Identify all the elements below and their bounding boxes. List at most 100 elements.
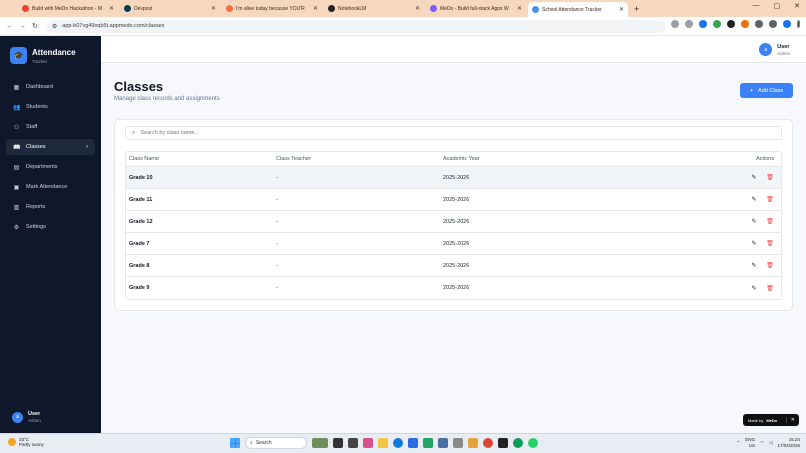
site-info-icon[interactable]: ⚙ bbox=[52, 23, 57, 30]
app-icon[interactable] bbox=[408, 438, 418, 448]
clock[interactable]: 15:24 17/04/2026 bbox=[777, 437, 800, 448]
extension-icon[interactable] bbox=[713, 20, 721, 28]
url-field[interactable]: ⚙ app-b07vg49oqb5t.appmedo.com/classes bbox=[45, 19, 666, 33]
sidebar-item-students[interactable]: 👥 Students bbox=[6, 99, 95, 115]
browser-tab[interactable]: NotebookLM ✕ bbox=[324, 2, 424, 15]
app-subtitle: Tracker bbox=[32, 58, 48, 64]
windows-start-icon[interactable] bbox=[230, 438, 240, 448]
sidebar-item-reports[interactable]: ▥ Reports bbox=[6, 199, 95, 215]
actions-cell: ✎ 🗑 bbox=[733, 174, 781, 181]
class-name-cell: Grade 12 bbox=[129, 218, 153, 225]
sidebar-item-departments[interactable]: ▤ Departments bbox=[6, 159, 95, 175]
edit-icon[interactable]: ✎ bbox=[750, 240, 758, 247]
extension-icon[interactable] bbox=[741, 20, 749, 28]
browser-tab[interactable]: Devpost ✕ bbox=[120, 2, 220, 15]
close-icon[interactable]: ✕ bbox=[785, 417, 795, 423]
search-input[interactable] bbox=[140, 130, 741, 136]
menu-icon[interactable] bbox=[797, 20, 800, 28]
extension-icon[interactable] bbox=[699, 20, 707, 28]
folder-icon[interactable] bbox=[378, 438, 388, 448]
app-icon[interactable] bbox=[468, 438, 478, 448]
wifi-icon[interactable]: ◠ bbox=[760, 440, 764, 446]
edit-icon[interactable]: ✎ bbox=[750, 218, 758, 225]
close-tab-icon[interactable]: ✕ bbox=[517, 5, 522, 12]
page-subtitle: Manage class records and assignments bbox=[114, 96, 220, 102]
close-tab-icon[interactable]: ✕ bbox=[211, 5, 216, 12]
star-icon[interactable] bbox=[685, 20, 693, 28]
minimize-icon[interactable]: — bbox=[753, 2, 760, 10]
key-icon[interactable] bbox=[671, 20, 679, 28]
trash-icon[interactable]: 🗑 bbox=[766, 262, 774, 269]
tab-title: I'm alive today because YOU'R bbox=[236, 5, 305, 12]
class-name-cell: Grade 8 bbox=[129, 262, 150, 269]
class-teacher-cell: - bbox=[276, 218, 278, 225]
app-icon[interactable] bbox=[438, 438, 448, 448]
maximize-icon[interactable]: ▢ bbox=[774, 2, 781, 10]
chrome-icon[interactable] bbox=[513, 438, 523, 448]
sidebar-item-mark-attendance[interactable]: ▣ Mark Attendance bbox=[6, 179, 95, 195]
chevron-up-icon[interactable]: ⌃ bbox=[737, 440, 741, 446]
book-icon: 📖 bbox=[13, 144, 21, 151]
extension-icon[interactable] bbox=[727, 20, 735, 28]
user-check-icon: ⚇ bbox=[13, 124, 20, 131]
sidebar: 🎓 Attendance Tracker ▦ Dashboard 👥 Students… bbox=[0, 36, 101, 433]
taskbar-search[interactable]: ⌕ Search bbox=[245, 437, 307, 449]
sidebar-item-dashboard[interactable]: ▦ Dashboard bbox=[6, 79, 95, 95]
trash-icon[interactable]: 🗑 bbox=[766, 218, 774, 225]
sidebar-item-label: Staff bbox=[26, 124, 38, 130]
app-icon[interactable] bbox=[453, 438, 463, 448]
edit-icon[interactable]: ✎ bbox=[750, 196, 758, 203]
puzzle-icon[interactable] bbox=[755, 20, 763, 28]
academic-year-cell: 2025-2026 bbox=[443, 240, 470, 247]
trash-icon[interactable]: 🗑 bbox=[766, 285, 774, 292]
browser-tab[interactable]: School Attendance Tracker ✕ bbox=[528, 2, 628, 17]
close-tab-icon[interactable]: ✕ bbox=[313, 5, 318, 12]
browser-tab[interactable]: Build with MeDo Hackathon - M ✕ bbox=[18, 2, 118, 15]
avatar: a bbox=[759, 43, 773, 56]
close-tab-icon[interactable]: ✕ bbox=[415, 5, 420, 12]
sidebar-user[interactable]: a User Admin bbox=[12, 411, 41, 423]
edit-icon[interactable]: ✎ bbox=[750, 262, 758, 269]
sidepanel-icon[interactable] bbox=[769, 20, 777, 28]
weather-widget[interactable]: 33°C Partly sunny bbox=[8, 437, 44, 447]
app-icon[interactable] bbox=[312, 438, 328, 448]
brand: 🎓 Attendance Tracker bbox=[0, 36, 101, 75]
table-row: Grade 11-2025-2026 ✎ 🗑 bbox=[126, 189, 781, 211]
browser-tab[interactable]: I'm alive today because YOU'R ✕ bbox=[222, 2, 322, 15]
whatsapp-icon[interactable] bbox=[528, 438, 538, 448]
sidebar-item-classes[interactable]: 📖 Classes › bbox=[6, 139, 95, 155]
app-icon[interactable] bbox=[348, 438, 358, 448]
table-row: Grade 9-2025-2026 ✎ 🗑 bbox=[126, 277, 781, 299]
class-teacher-cell: - bbox=[276, 285, 278, 291]
sidebar-item-staff[interactable]: ⚇ Staff bbox=[6, 119, 95, 135]
app-icon[interactable] bbox=[333, 438, 343, 448]
app-icon[interactable] bbox=[498, 438, 508, 448]
back-icon[interactable]: ← bbox=[6, 23, 13, 30]
close-tab-icon[interactable]: ✕ bbox=[619, 6, 624, 13]
made-by-badge[interactable]: Made by MeDo ✕ bbox=[743, 414, 799, 426]
search-icon: ⌕ bbox=[132, 129, 136, 136]
trash-icon[interactable]: 🗑 bbox=[766, 240, 774, 247]
chrome-icon[interactable] bbox=[483, 438, 493, 448]
trash-icon[interactable]: 🗑 bbox=[766, 174, 774, 181]
edit-icon[interactable]: ✎ bbox=[750, 174, 758, 181]
app-icon[interactable] bbox=[423, 438, 433, 448]
app-icon[interactable] bbox=[363, 438, 373, 448]
taskbar-apps: ⌕ Search bbox=[230, 437, 538, 449]
forward-icon[interactable]: → bbox=[19, 23, 26, 30]
new-tab-button[interactable]: + bbox=[634, 4, 639, 14]
chevron-right-icon: › bbox=[86, 144, 88, 150]
browser-tab[interactable]: MeDo - Build full-stack Apps W ✕ bbox=[426, 2, 526, 15]
profile-avatar[interactable] bbox=[783, 20, 791, 28]
header-user[interactable]: a User Admin bbox=[759, 43, 790, 56]
volume-icon[interactable]: ◁ bbox=[769, 440, 772, 446]
edge-icon[interactable] bbox=[393, 438, 403, 448]
sidebar-item-settings[interactable]: ⚙ Settings bbox=[6, 219, 95, 235]
add-class-button[interactable]: + Add Class bbox=[740, 83, 793, 98]
close-tab-icon[interactable]: ✕ bbox=[109, 5, 114, 12]
class-name-cell: Grade 7 bbox=[129, 240, 150, 247]
trash-icon[interactable]: 🗑 bbox=[766, 196, 774, 203]
reload-icon[interactable]: ↻ bbox=[32, 22, 38, 30]
edit-icon[interactable]: ✎ bbox=[750, 285, 758, 292]
close-window-icon[interactable]: ✕ bbox=[794, 2, 800, 10]
